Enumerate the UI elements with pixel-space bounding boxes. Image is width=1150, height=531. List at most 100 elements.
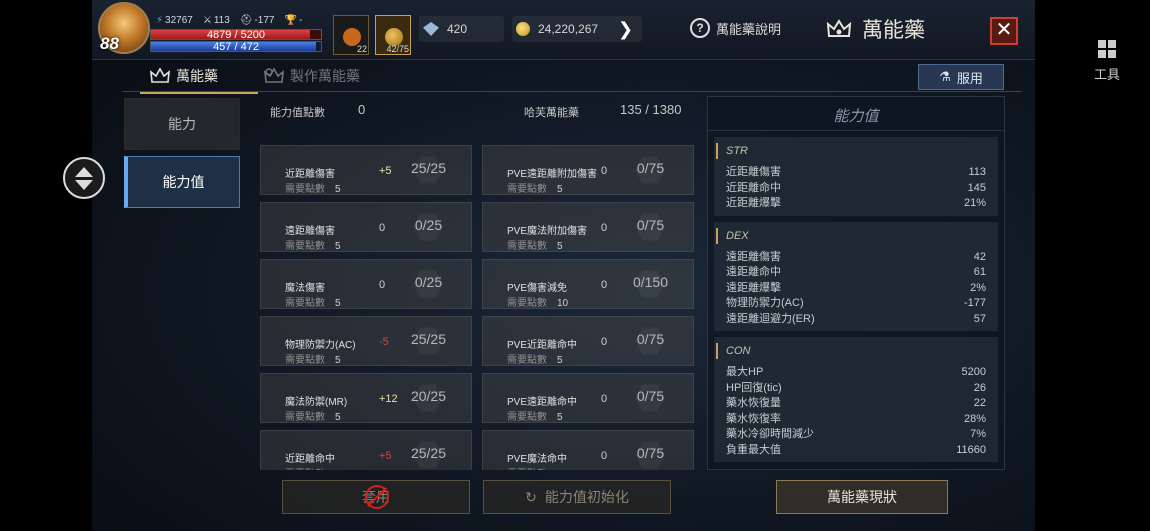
stat-label: 物理防禦力(AC) <box>726 297 804 309</box>
section-heading: DEX <box>716 227 998 244</box>
stat-row: HP回復(tic) 26 <box>714 381 998 397</box>
stat-card[interactable]: 近距離命中需要點數 5 +5 25/25 <box>260 430 472 470</box>
stat-row: 負重最大值 11660 <box>714 443 998 459</box>
top-hud: 88 ⚡ 32767 ⚔ 113 ⛑ -177 🏆 - 4879 / 5200 457 … <box>92 0 1035 60</box>
stat-label: 遠距離傷害 <box>726 250 781 263</box>
need-value: 5 <box>557 241 563 252</box>
stat-value: 21% <box>963 197 986 209</box>
reset-stats-button[interactable]: ↻ 能力值初始化 <box>483 480 671 514</box>
quick-slot-potion[interactable]: 22 <box>333 15 369 55</box>
stat-row: 遠距離命中 61 <box>714 265 998 281</box>
stat-card[interactable]: 近距離傷害 需要點數 5 +5 25/25 <box>260 145 472 195</box>
stat-card[interactable]: PVE傷害減免 需要點數 10 0 0/150 <box>482 259 694 309</box>
nav-stats[interactable]: 能力值 <box>124 156 240 208</box>
elixir-status-button[interactable]: 萬能藥現狀 <box>776 480 948 514</box>
stat-progress: 0/75 <box>636 217 665 233</box>
need-label: 需要點數 <box>285 241 325 252</box>
chevron-right-icon[interactable]: ❯ <box>618 19 633 40</box>
tab-label: 製作萬能藥 <box>290 68 360 84</box>
tools-button[interactable]: 工具 <box>1090 40 1124 83</box>
stat-card[interactable]: PVE近距離命中 需要點數 5 0 0/75 <box>482 316 694 366</box>
trophy-icon: 🏆 <box>284 15 297 26</box>
stat-delta: 0 <box>601 279 608 291</box>
stat-section: DEX 遠距離傷害 42 遠距離命中 61 遠距離爆擊 2% 物理防禦力(AC) -177 遠距離… <box>714 221 998 331</box>
need-points: 需要點數 5 <box>285 408 341 423</box>
need-value: 5 <box>335 412 341 423</box>
stat-progress: 25/25 <box>410 160 447 176</box>
armor-value: -177 <box>254 15 275 26</box>
stat-card[interactable]: PVE魔法附加傷害 需要點數 5 0 0/75 <box>482 202 694 252</box>
trophy-stat: 🏆 - <box>284 15 302 26</box>
need-label: 需要點數 <box>285 355 325 366</box>
stat-card[interactable]: PVE魔法命中需要點數 5 0 0/75 <box>482 430 694 470</box>
stat-row: 近距離傷害 113 <box>714 165 998 181</box>
stat-delta: +12 <box>379 393 398 405</box>
stat-progress: 0/75 <box>636 160 665 176</box>
stat-section: CON 最大HP 5200 HP回復(tic) 26 藥水恢復量 22 藥水恢復率 28% 藥水冷… <box>714 337 998 462</box>
arrow-up-icon <box>75 167 93 177</box>
arrow-down-icon <box>75 180 93 190</box>
stat-card[interactable]: 魔法傷害 需要點數 5 0 0/25 <box>260 259 472 309</box>
need-points: 需要點數 5 <box>507 237 563 252</box>
stat-delta: 0 <box>601 393 608 405</box>
need-value: 5 <box>557 184 563 195</box>
stat-name: 物理防禦力(AC) <box>285 340 356 351</box>
use-label: 服用 <box>956 70 983 86</box>
need-label: 需要點數 <box>285 184 325 195</box>
tab-craft-elixir[interactable]: 製作萬能藥 <box>264 66 360 86</box>
stat-value: 61 <box>973 266 986 278</box>
tab-label: 萬能藥 <box>176 68 218 84</box>
need-label: 需要點數 <box>285 469 325 470</box>
stat-value: 2% <box>970 281 986 294</box>
stat-value: 57 <box>973 312 986 325</box>
close-button[interactable]: ✕ <box>990 17 1018 45</box>
side-nav: 能力 能力值 <box>124 98 242 214</box>
stat-progress: 0/25 <box>414 274 443 290</box>
need-label: 需要點數 <box>285 298 325 309</box>
stat-value: 5200 <box>961 366 986 378</box>
apply-button[interactable]: 套用 <box>282 480 470 514</box>
need-label: 需要點數 <box>507 298 547 309</box>
stat-label: 藥水冷卻時間減少 <box>726 428 814 440</box>
stat-card[interactable]: 遠距離傷害 需要點數 5 0 0/25 <box>260 202 472 252</box>
section-heading: STR <box>716 143 998 159</box>
quick-slot-elixir[interactable]: 42/75 <box>375 15 411 55</box>
hp-bar: 4879 / 5200 <box>150 29 322 41</box>
stat-label: 最大HP <box>726 366 764 378</box>
stat-section: STR 近距離傷害 113 近距離命中 145 近距離爆擊 21% <box>714 137 998 216</box>
stat-card[interactable]: 物理防禦力(AC) 需要點數 5 -5 25/25 <box>260 316 472 366</box>
need-value: 5 <box>335 355 341 366</box>
reset-label: 能力值初始化 <box>544 489 629 505</box>
use-elixir-button[interactable]: ⚗ 服用 <box>918 64 1004 90</box>
stat-card-list[interactable]: 近距離傷害 需要點數 5 +5 25/25 PVE遠距離附加傷害 需要點數 5 0 0/75 遠距離… <box>260 145 696 470</box>
stat-row: 藥水恢復率 28% <box>714 412 998 428</box>
stat-card[interactable]: PVE遠距離附加傷害 需要點數 5 0 0/75 <box>482 145 694 195</box>
stat-row: 最大HP 5200 <box>714 365 998 381</box>
stat-delta: 0 <box>601 222 608 234</box>
stat-name: 魔法防禦(MR) <box>285 397 348 408</box>
help-button[interactable]: ? 萬能藥說明 <box>690 18 781 38</box>
nav-ability[interactable]: 能力 <box>124 98 240 150</box>
scroll-toggle-button[interactable] <box>63 157 105 199</box>
need-value: 5 <box>557 355 563 366</box>
stat-progress: 25/25 <box>410 445 447 461</box>
stat-row: 遠距離迴避力(ER) 57 <box>714 312 998 328</box>
question-icon: ? <box>690 18 710 38</box>
need-label: 需要點數 <box>507 184 547 195</box>
tab-elixir[interactable]: 萬能藥 <box>140 66 258 94</box>
stat-progress: 0/150 <box>632 274 669 290</box>
sword-stat: ⚔ 113 <box>203 15 230 26</box>
slot-count: 42/75 <box>386 44 409 54</box>
stat-card[interactable]: 魔法防禦(MR) 需要點數 5 +12 20/25 <box>260 373 472 423</box>
stat-value: 7% <box>970 428 986 440</box>
stat-label: 藥水恢復率 <box>726 412 781 425</box>
gold-coin-icon <box>516 22 530 36</box>
need-points: 需要點數 5 <box>285 465 341 470</box>
stat-label: 遠距離命中 <box>726 266 781 278</box>
diamond-currency: 420 <box>419 16 504 42</box>
tab-bar: 萬能藥 製作萬能藥 <box>122 62 1022 94</box>
stat-card[interactable]: PVE遠距離命中 需要點數 5 0 0/75 <box>482 373 694 423</box>
need-points: 需要點數 5 <box>507 180 563 195</box>
power-icon: ⚡ <box>156 15 164 26</box>
panel-title: 能力值 <box>708 97 1004 131</box>
